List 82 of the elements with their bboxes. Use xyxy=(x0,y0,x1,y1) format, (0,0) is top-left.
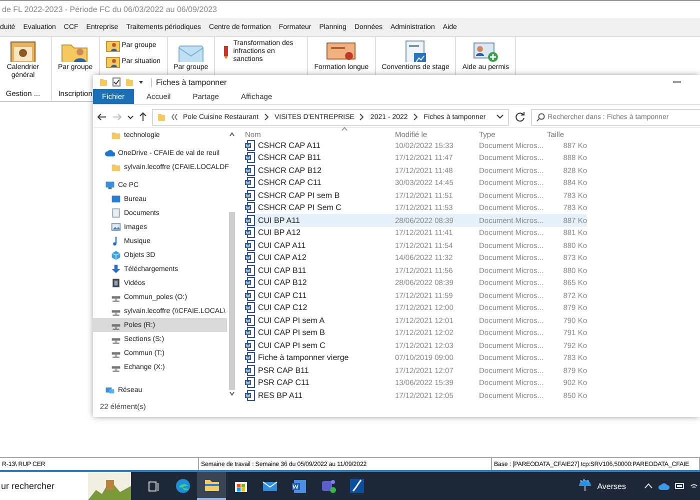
word-document-icon xyxy=(245,202,255,214)
window-title: Fiches à tamponner xyxy=(151,78,668,86)
file-name[interactable]: CUI CAP C11 xyxy=(258,290,307,300)
file-name[interactable]: CUI CAP PI sem C xyxy=(258,340,326,350)
word-document-icon xyxy=(245,364,255,376)
search-field[interactable]: ur rechercher xyxy=(0,472,88,500)
certificate-icon xyxy=(326,40,356,62)
file-name[interactable]: CUI CAP B11 xyxy=(258,266,306,275)
chevron-right-icon xyxy=(264,113,270,121)
word-document-icon xyxy=(245,264,255,276)
calendar-icon xyxy=(10,40,36,62)
person-folder-icon xyxy=(106,56,120,68)
checkmark-icon[interactable] xyxy=(112,77,121,87)
cloud-icon[interactable] xyxy=(658,482,670,490)
file-name[interactable]: CUI CAP PI sem A xyxy=(258,316,325,325)
folder-icon xyxy=(111,130,121,140)
cube-icon xyxy=(111,250,121,260)
file-name[interactable]: CSHCR CAP PI Sem C xyxy=(258,203,342,212)
id-card-plus-icon xyxy=(472,40,499,62)
file-name[interactable]: CUI CAP PI sem B xyxy=(258,328,325,338)
word-document-icon xyxy=(245,190,255,201)
umbrella-rain-icon xyxy=(578,479,592,493)
file-name[interactable]: CUI CAP C12 xyxy=(258,303,308,312)
file-name[interactable]: RES BP A11 xyxy=(258,390,303,400)
film-icon xyxy=(111,278,121,288)
word-document-icon xyxy=(245,327,255,338)
up-arrow-icon[interactable] xyxy=(139,112,147,122)
back-arrow-icon[interactable] xyxy=(97,112,107,122)
word-document-icon xyxy=(245,340,255,351)
file-name[interactable]: CSHCR CAP C11 xyxy=(258,178,322,188)
file-name[interactable]: CSHCR CAP B11 xyxy=(258,153,321,162)
word-document-icon xyxy=(245,302,255,314)
landscape-picture xyxy=(88,472,131,500)
dropdown-caret-icon[interactable] xyxy=(496,113,504,121)
file-name[interactable]: CUI CAP A12 xyxy=(258,253,306,262)
word-document-icon xyxy=(245,352,255,364)
cloud-icon xyxy=(105,148,115,158)
file-name[interactable]: CSHCR CAP B12 xyxy=(258,166,322,175)
word-document-icon xyxy=(245,252,255,264)
word-document-icon xyxy=(245,390,255,401)
word-document-icon xyxy=(245,277,255,288)
folder-icon xyxy=(111,162,121,172)
file-name[interactable]: CUI BP A12 xyxy=(258,228,301,238)
search-icon xyxy=(536,112,545,122)
word-document-icon xyxy=(245,214,255,226)
file-name[interactable]: PSR CAP B11 xyxy=(258,366,309,375)
battery-icon[interactable] xyxy=(675,482,685,490)
document-icon xyxy=(111,208,121,218)
window-title: de FL 2022-2023 - Période FC du 06/03/2022 au 06/09/2023 xyxy=(2,5,217,14)
taskbar-button[interactable] xyxy=(197,472,226,500)
word-document-icon xyxy=(245,227,255,238)
computer-icon xyxy=(105,180,115,190)
sort-caret-icon xyxy=(341,127,348,131)
word-document-icon xyxy=(245,140,255,151)
image-icon xyxy=(111,222,121,232)
word-document-icon xyxy=(245,152,255,164)
chevron-right-icon xyxy=(412,113,419,121)
chevron-up-icon[interactable] xyxy=(644,482,653,490)
download-arrow-icon xyxy=(111,264,121,274)
file-name[interactable]: CUI BP A11 xyxy=(258,216,300,225)
word-document-icon xyxy=(245,240,255,251)
network-icon xyxy=(105,385,115,395)
person-folder-icon xyxy=(106,40,120,52)
desktop-icon xyxy=(111,194,121,204)
chevron-right-icon xyxy=(359,113,366,121)
double-chevron-left-icon xyxy=(171,113,178,121)
weather-text: Averses xyxy=(597,482,626,490)
word-document-icon xyxy=(245,377,255,388)
file-name[interactable]: Fiche à tamponner vierge xyxy=(258,353,349,362)
wifi-icon[interactable] xyxy=(690,482,698,490)
word-document-icon xyxy=(245,164,255,176)
file-name[interactable]: CSHCR CAP A11 xyxy=(258,140,320,150)
document-chart-icon xyxy=(404,40,428,62)
file-name[interactable]: CUI CAP A11 xyxy=(258,240,306,250)
file-name[interactable]: PSR CAP C11 xyxy=(258,378,310,388)
file-name[interactable]: CUI CAP B12 xyxy=(258,278,307,288)
folder-icon xyxy=(157,112,166,122)
refresh-icon[interactable] xyxy=(514,111,526,123)
file-name[interactable]: CSHCR CAP PI sem B xyxy=(258,190,340,200)
word-document-icon xyxy=(245,290,255,301)
word-document-icon xyxy=(245,314,255,326)
word-document-icon xyxy=(245,177,255,188)
